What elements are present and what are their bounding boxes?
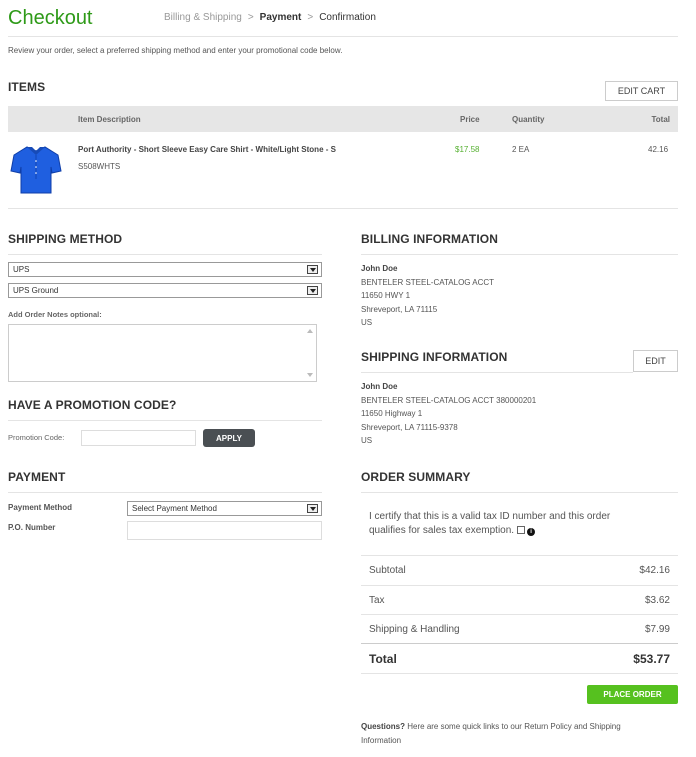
step-confirmation: Confirmation: [319, 12, 376, 23]
shipping-row: Shipping & Handling $7.99: [361, 614, 678, 644]
tax-cert-line1: I certify that this is a valid tax ID nu…: [369, 511, 611, 522]
subtotal-row: Subtotal $42.16: [361, 555, 678, 585]
payment-heading: PAYMENT: [8, 470, 66, 484]
edit-cart-button[interactable]: EDIT CART: [605, 81, 678, 101]
tax-exemption-cert: I certify that this is a valid tax ID nu…: [369, 510, 669, 538]
item-price: $17.58: [455, 145, 480, 154]
divider: [361, 372, 633, 373]
divider: [8, 36, 678, 37]
tax-label: Tax: [369, 595, 385, 606]
edit-shipping-button[interactable]: EDIT: [633, 350, 678, 372]
po-number-input[interactable]: [127, 521, 322, 540]
tax-cert-line2-wrap: qualifies for sales tax exemption. i: [369, 524, 669, 538]
apply-button[interactable]: APPLY: [203, 429, 255, 447]
tax-value: $3.62: [644, 595, 670, 606]
promo-code-input[interactable]: [81, 430, 196, 446]
scroll-up-icon[interactable]: [307, 329, 313, 333]
shipping-service-value: UPS Ground: [13, 286, 59, 295]
tax-cert-line2: qualifies for sales tax exemption.: [369, 525, 515, 536]
billing-line: Shreveport, LA 71115: [361, 304, 438, 314]
billing-address: John Doe BENTELER STEEL-CATALOG ACCT 116…: [361, 262, 494, 330]
product-image[interactable]: [10, 145, 62, 195]
questions-links[interactable]: Here are some quick links to our Return …: [407, 722, 620, 731]
billing-line: BENTELER STEEL-CATALOG ACCT: [361, 277, 495, 287]
order-summary-heading: ORDER SUMMARY: [361, 470, 471, 484]
shipping-label: Shipping & Handling: [369, 624, 460, 635]
divider: [8, 208, 678, 209]
item-quantity: 2 EA: [512, 145, 530, 154]
payment-method-value: Select Payment Method: [132, 504, 217, 513]
item-description[interactable]: Port Authority - Short Sleeve Easy Care …: [78, 145, 336, 154]
shipping-line: BENTELER STEEL-CATALOG ACCT 380000201: [361, 395, 537, 405]
divider: [8, 420, 322, 421]
intro-text: Review your order, select a preferred sh…: [8, 46, 343, 55]
col-total: Total: [651, 115, 670, 124]
chevron-down-icon: [307, 265, 318, 274]
step-separator: >: [307, 12, 314, 23]
payment-method-select[interactable]: Select Payment Method: [127, 501, 322, 516]
subtotal-value: $42.16: [639, 565, 670, 576]
divider: [361, 673, 678, 674]
order-notes-textarea[interactable]: [8, 324, 317, 382]
step-payment: Payment: [259, 12, 302, 23]
items-heading: ITEMS: [8, 80, 46, 94]
place-order-button[interactable]: PLACE ORDER: [587, 685, 678, 704]
shipping-line: US: [361, 436, 373, 445]
billing-name: John Doe: [361, 264, 398, 273]
chevron-down-icon: [307, 504, 318, 513]
billing-heading: BILLING INFORMATION: [361, 232, 498, 246]
promo-code-label: Promotion Code:: [8, 433, 65, 442]
divider: [361, 492, 678, 493]
col-description: Item Description: [78, 115, 141, 124]
questions-links-cont[interactable]: Information: [361, 734, 681, 748]
order-notes-label: Add Order Notes optional:: [8, 310, 102, 319]
carrier-select-value: UPS: [13, 265, 30, 274]
total-label: Total: [369, 651, 397, 666]
shipping-address: John Doe BENTELER STEEL-CATALOG ACCT 380…: [361, 380, 536, 448]
chevron-down-icon: [307, 286, 318, 295]
step-billing-shipping[interactable]: Billing & Shipping: [164, 12, 242, 23]
shipping-service-select[interactable]: UPS Ground: [8, 283, 322, 298]
col-quantity: Quantity: [512, 115, 545, 124]
promo-heading: HAVE A PROMOTION CODE?: [8, 398, 177, 412]
shipping-value: $7.99: [644, 624, 670, 635]
info-icon[interactable]: i: [527, 528, 536, 536]
questions-bold: Questions?: [361, 722, 406, 731]
payment-method-label: Payment Method: [8, 503, 73, 512]
col-price: Price: [460, 115, 480, 124]
billing-line: US: [361, 318, 373, 327]
step-separator: >: [247, 12, 254, 23]
total-value: $53.77: [633, 651, 670, 666]
divider: [8, 254, 322, 255]
total-row: Total $53.77: [361, 643, 678, 673]
shipping-line: Shreveport, LA 71115-9378: [361, 422, 458, 432]
checkout-steps: Billing & Shipping > Payment > Confirmat…: [164, 12, 376, 23]
shipping-line: 11650 Highway 1: [361, 409, 423, 418]
scroll-down-icon[interactable]: [307, 373, 313, 377]
item-sku: S508WHTS: [78, 162, 121, 171]
tax-row: Tax $3.62: [361, 585, 678, 615]
questions-text: Questions? Here are some quick links to …: [361, 720, 681, 748]
shipping-info-heading: SHIPPING INFORMATION: [361, 350, 508, 364]
divider: [8, 492, 322, 493]
billing-line: 11650 HWY 1: [361, 291, 411, 300]
shipping-method-heading: SHIPPING METHOD: [8, 232, 123, 246]
subtotal-label: Subtotal: [369, 565, 406, 576]
carrier-select[interactable]: UPS: [8, 262, 322, 277]
item-total: 42.16: [648, 145, 669, 154]
po-number-label: P.O. Number: [8, 523, 56, 532]
items-table-header: Item Description Price Quantity Total: [8, 106, 678, 132]
shipping-name: John Doe: [361, 382, 398, 391]
divider: [361, 254, 678, 255]
tax-exempt-checkbox[interactable]: [517, 526, 526, 534]
page-title: Checkout: [8, 7, 93, 29]
